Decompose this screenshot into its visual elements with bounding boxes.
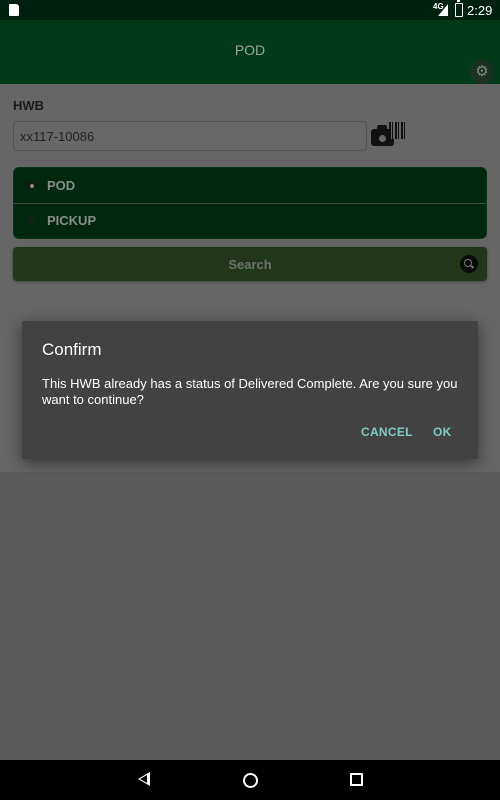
type-radio-group: POD PICKUP: [13, 167, 487, 239]
sd-card-icon: [9, 4, 19, 16]
search-button[interactable]: Search: [13, 247, 487, 281]
radio-label-pickup[interactable]: PICKUP: [47, 213, 96, 228]
hwb-input[interactable]: [13, 121, 367, 151]
ok-button[interactable]: OK: [433, 425, 452, 439]
radio-pickup[interactable]: [26, 215, 36, 225]
radio-pod[interactable]: [26, 180, 36, 190]
navigation-bar: [0, 760, 500, 800]
gear-icon[interactable]: ⚙: [470, 60, 494, 84]
dialog-message: This HWB already has a status of Deliver…: [42, 376, 458, 407]
search-icon: [460, 255, 478, 273]
home-icon[interactable]: [243, 773, 258, 788]
clock: 2:29: [467, 3, 493, 18]
scan-barcode-button[interactable]: [371, 120, 409, 150]
cancel-button[interactable]: CANCEL: [361, 425, 413, 439]
recents-icon[interactable]: [350, 773, 363, 786]
radio-label-pod[interactable]: POD: [47, 178, 75, 193]
confirm-dialog: Confirm This HWB already has a status of…: [22, 321, 478, 459]
dialog-title: Confirm: [42, 340, 102, 359]
battery-charging-icon: [455, 0, 463, 17]
search-button-label: Search: [228, 257, 272, 272]
page-title: POD: [234, 42, 266, 58]
app-bar: POD ⚙: [0, 20, 500, 84]
signal-icon: [438, 4, 448, 16]
status-bar: 4G 2:29: [0, 0, 500, 20]
back-icon[interactable]: [138, 772, 150, 786]
hwb-label: HWB: [13, 98, 45, 113]
barcode-icon: [389, 122, 407, 139]
divider: [14, 203, 486, 204]
